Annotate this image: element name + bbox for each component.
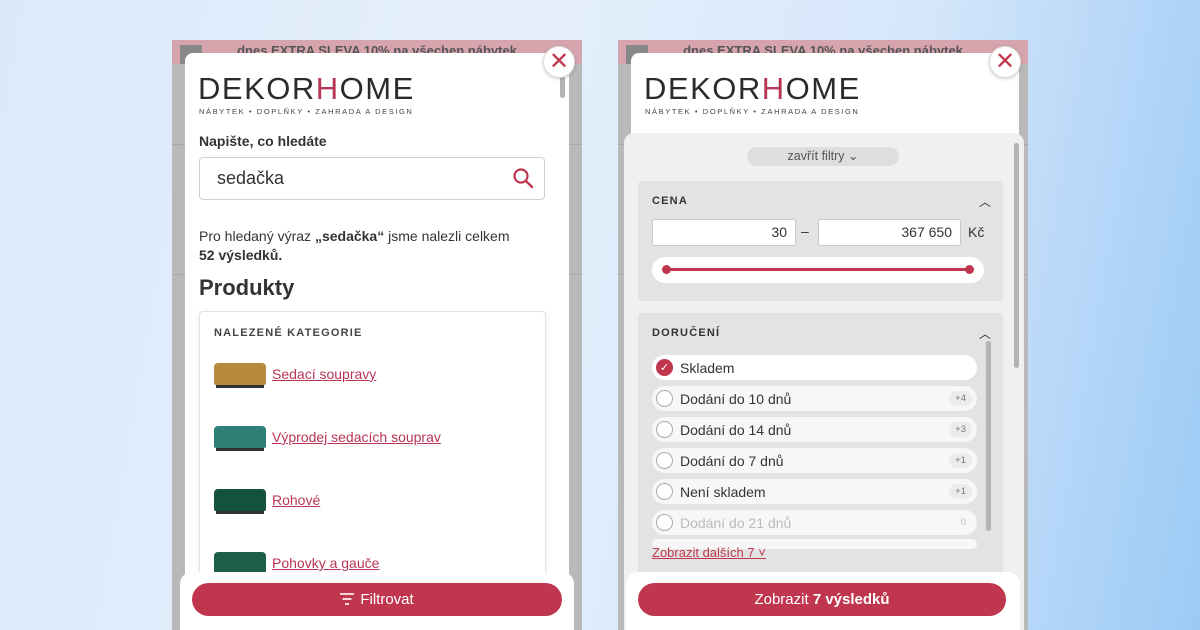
filter-panel: zavřít filtry ⌄ CENA ︿ 30 – 367 650 Kč D… (624, 133, 1024, 630)
search-modal: DEKORHOME NÁBYTEK • DOPLŇKY • ZAHRADA A … (185, 53, 569, 630)
price-slider[interactable] (652, 257, 984, 283)
delivery-option: Dodání do 21 dnů 0 (652, 510, 977, 535)
chevron-up-icon[interactable]: ︿ (979, 325, 991, 342)
delivery-filter: DORUČENÍ ︿ ✓ Skladem Dodání do 10 dnů +4 Dod… (638, 313, 1003, 613)
option-count-badge: +4 (949, 391, 972, 406)
close-icon: ✕ (994, 48, 1016, 75)
category-item[interactable]: Rohové (214, 480, 320, 520)
tagline: NÁBYTEK • DOPLŇKY • ZAHRADA A DESIGN (199, 107, 414, 116)
category-link[interactable]: Pohovky a gauče (272, 555, 379, 571)
delivery-option-label: Není skladem (680, 483, 766, 500)
category-link[interactable]: Sedací soupravy (272, 366, 376, 382)
option-count-badge: 0 (960, 517, 966, 528)
price-heading: CENA (652, 195, 688, 207)
section-title: Produkty (199, 275, 295, 300)
search-input[interactable]: sedačka (199, 157, 545, 200)
currency-label: Kč (968, 224, 985, 240)
option-count-badge: +1 (949, 453, 972, 468)
logo[interactable]: DEKORHOME (198, 71, 415, 107)
radio-icon[interactable] (656, 421, 673, 438)
delivery-option[interactable]: Není skladem +1 (652, 479, 977, 504)
category-item[interactable]: Sedací soupravy (214, 354, 376, 394)
result-summary: Pro hledaný výraz „sedačka“ jsme nalezli… (199, 228, 510, 263)
delivery-option[interactable]: ✓ Skladem (652, 355, 977, 380)
panel-scrollbar[interactable] (1014, 143, 1019, 368)
search-label: Napište, co hledáte (199, 133, 327, 149)
delivery-heading: DORUČENÍ (652, 327, 721, 339)
delivery-option-label: Skladem (680, 359, 735, 376)
sofa-thumbnail (214, 489, 266, 514)
bottom-bar: Zobrazit 7 výsledků (626, 572, 1020, 630)
chevron-down-icon: ⌄ (847, 149, 859, 163)
filter-icon (340, 593, 355, 605)
price-dash: – (801, 223, 809, 239)
option-count-badge: +1 (949, 484, 972, 499)
sofa-thumbnail (214, 363, 266, 388)
category-link[interactable]: Rohové (272, 492, 320, 508)
delivery-option[interactable]: Dodání do 14 dnů +3 (652, 417, 977, 442)
category-link[interactable]: Výprodej sedacích souprav (272, 429, 441, 445)
delivery-option[interactable]: Dodání do 7 dnů +1 (652, 448, 977, 473)
show-more-link[interactable]: Zobrazit dalších 7 ˅ (652, 545, 766, 560)
search-icon[interactable] (512, 167, 534, 189)
close-icon: ✕ (548, 48, 570, 75)
price-max-input[interactable]: 367 650 (818, 219, 961, 246)
delivery-option-label: Dodání do 14 dnů (680, 421, 792, 438)
delivery-option-label: Dodání do 10 dnů (680, 390, 792, 407)
close-button[interactable]: ✕ (989, 46, 1021, 78)
slider-track (666, 268, 970, 271)
close-button[interactable]: ✕ (543, 46, 575, 78)
delivery-option-label: Dodání do 7 dnů (680, 452, 784, 469)
radio-icon[interactable] (656, 390, 673, 407)
filter-button[interactable]: Filtrovat (192, 583, 562, 616)
chevron-up-icon[interactable]: ︿ (979, 193, 991, 210)
search-screen: dnes EXTRA SLEVA 10% na všechen nábytek … (172, 40, 582, 630)
price-min-input[interactable]: 30 (652, 219, 796, 246)
categories-heading: NALEZENÉ KATEGORIE (214, 327, 363, 339)
radio-icon[interactable] (656, 452, 673, 469)
slider-max-handle[interactable] (965, 265, 974, 274)
checkmark-icon[interactable]: ✓ (656, 359, 673, 376)
radio-icon[interactable] (656, 514, 673, 531)
tagline: NÁBYTEK • DOPLŇKY • ZAHRADA A DESIGN (645, 107, 860, 116)
close-filters-button[interactable]: zavřít filtry ⌄ (747, 147, 899, 166)
price-filter: CENA ︿ 30 – 367 650 Kč (638, 181, 1003, 301)
sofa-thumbnail (214, 426, 266, 451)
show-results-button[interactable]: Zobrazit 7 výsledků (638, 583, 1006, 616)
sofa-thumbnail (214, 552, 266, 577)
delivery-option[interactable]: Dodání do 10 dnů +4 (652, 386, 977, 411)
delivery-option-label: Dodání do 21 dnů (680, 514, 792, 531)
category-item[interactable]: Výprodej sedacích souprav (214, 417, 441, 457)
logo[interactable]: DEKORHOME (644, 71, 861, 107)
filter-screen: dnes EXTRA SLEVA 10% na všechen nábytek … (618, 40, 1028, 630)
option-count-badge: +3 (949, 422, 972, 437)
bottom-bar: Filtrovat (180, 572, 574, 630)
delivery-scrollbar[interactable] (986, 341, 991, 531)
radio-icon[interactable] (656, 483, 673, 500)
slider-min-handle[interactable] (662, 265, 671, 274)
